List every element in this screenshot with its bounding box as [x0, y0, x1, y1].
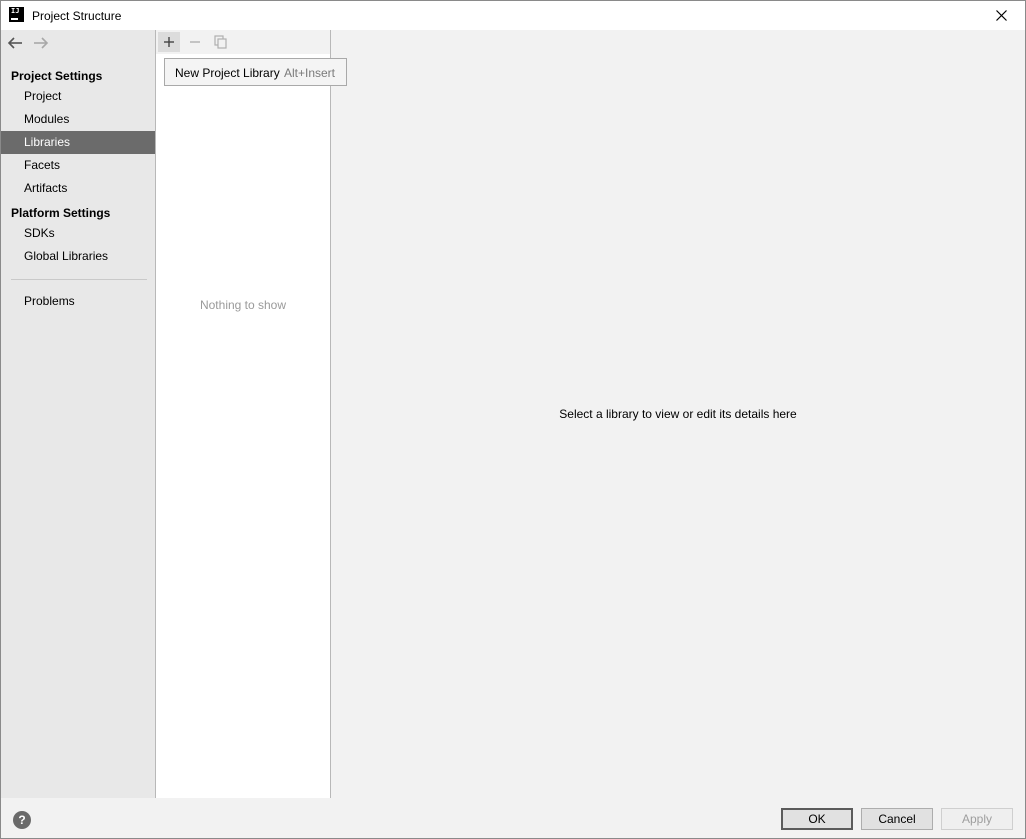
ok-button[interactable]: OK [781, 808, 853, 830]
title-bar[interactable]: IJ Project Structure [1, 1, 1025, 30]
menu-item-label: New Project Library [175, 66, 280, 80]
sidebar-item-modules[interactable]: Modules [1, 108, 155, 131]
sidebar-item-problems[interactable]: Problems [1, 290, 155, 313]
back-button[interactable] [7, 36, 27, 52]
sidebar-item-libraries[interactable]: Libraries [1, 131, 155, 154]
forward-button[interactable] [33, 36, 53, 52]
copy-icon [214, 35, 227, 49]
menu-item-shortcut: Alt+Insert [283, 66, 335, 80]
remove-button[interactable] [184, 32, 206, 52]
window-title: Project Structure [32, 9, 122, 23]
libraries-list[interactable]: Nothing to show [156, 54, 330, 798]
arrow-right-icon [34, 37, 49, 49]
section-header-platform-settings: Platform Settings [11, 206, 111, 220]
details-placeholder-text: Select a library to view or edit its det… [559, 407, 797, 421]
list-toolbar [156, 30, 330, 54]
apply-button[interactable]: Apply [941, 808, 1013, 830]
sidebar-item-facets[interactable]: Facets [1, 154, 155, 177]
intellij-logo-icon: IJ [9, 7, 24, 22]
minus-icon [190, 41, 200, 43]
details-panel: Select a library to view or edit its det… [331, 30, 1025, 798]
sidebar-item-sdks[interactable]: SDKs [1, 222, 155, 245]
new-project-library-menu-item[interactable]: New Project Library Alt+Insert [164, 58, 347, 86]
help-button[interactable]: ? [13, 811, 31, 829]
libraries-list-panel: Nothing to show [156, 30, 331, 798]
project-structure-dialog: IJ Project Structure Project Settings Pr… [0, 0, 1026, 839]
add-button[interactable] [158, 32, 180, 52]
sidebar: Project Settings Project Modules Librari… [1, 30, 156, 798]
sidebar-item-artifacts[interactable]: Artifacts [1, 177, 155, 200]
copy-button[interactable] [210, 32, 232, 52]
close-button[interactable] [979, 1, 1025, 30]
plus-icon [164, 37, 174, 47]
logo-text: IJ [11, 7, 20, 15]
close-icon [996, 10, 1007, 21]
dialog-footer: ? OK Cancel Apply [1, 798, 1025, 838]
section-header-project-settings: Project Settings [11, 69, 103, 83]
sidebar-item-global-libraries[interactable]: Global Libraries [1, 245, 155, 268]
sidebar-divider [11, 279, 147, 280]
cancel-button[interactable]: Cancel [861, 808, 933, 830]
arrow-left-icon [7, 37, 22, 49]
sidebar-item-project[interactable]: Project [1, 85, 155, 108]
empty-list-text: Nothing to show [199, 298, 287, 312]
